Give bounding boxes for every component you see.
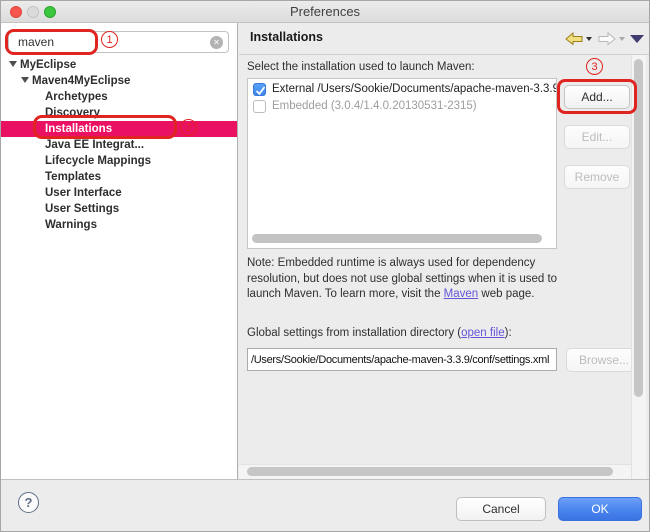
note-line3-before: launch Maven. To learn more, visit the — [247, 288, 444, 300]
tree-item-label: Warnings — [45, 219, 97, 231]
tree-item-warnings[interactable]: Warnings — [1, 217, 237, 233]
tree-item-label: Installations — [45, 123, 112, 135]
settings-path-fieldbox — [247, 348, 557, 371]
disclosure-triangle-icon[interactable] — [9, 61, 17, 67]
tree-item-installations[interactable]: Installations — [1, 121, 237, 137]
forward-history-dropdown-icon[interactable] — [619, 37, 625, 41]
checkbox-unchecked-icon[interactable] — [253, 100, 266, 113]
edit-button[interactable]: Edit... — [564, 125, 630, 149]
add-button[interactable]: Add... — [564, 85, 630, 109]
embedded-runtime-note: Note: Embedded runtime is always used fo… — [247, 256, 577, 303]
note-line3-after: web page. — [478, 288, 534, 300]
open-file-link[interactable]: open file — [461, 327, 504, 339]
panel-horizontal-scrollbar-thumb[interactable] — [247, 467, 613, 476]
ok-button[interactable]: OK — [558, 497, 642, 521]
installation-label: Embedded (3.0.4/1.4.0.20130531-2315) — [272, 100, 477, 112]
tree-item-user-settings[interactable]: User Settings — [1, 201, 237, 217]
back-arrow-icon[interactable] — [565, 32, 583, 46]
clear-search-icon[interactable]: ✕ — [210, 36, 223, 49]
sidebar: ✕ MyEclipse Maven4MyEclipse Archetypes D… — [1, 23, 238, 479]
panel-vertical-scrollbar-thumb[interactable] — [634, 59, 643, 397]
tree-item-maven4myeclipse[interactable]: Maven4MyEclipse — [1, 73, 237, 89]
tree-item-archetypes[interactable]: Archetypes — [1, 89, 237, 105]
tree-item-label: Templates — [45, 171, 101, 183]
tree-item-label: User Interface — [45, 187, 122, 199]
tree-item-lifecycle-mappings[interactable]: Lifecycle Mappings — [1, 153, 237, 169]
list-horizontal-scrollbar[interactable] — [252, 234, 542, 243]
installations-list: External /Users/Sookie/Documents/apache-… — [247, 78, 557, 249]
back-history-dropdown-icon[interactable] — [586, 37, 592, 41]
page-title: Installations — [250, 30, 323, 44]
preferences-window: Preferences ✕ MyEclipse Maven4MyEclipse … — [0, 0, 650, 532]
disclosure-triangle-icon[interactable] — [21, 77, 29, 83]
note-line3: launch Maven. To learn more, visit the M… — [247, 287, 577, 303]
installation-label: External /Users/Sookie/Documents/apache-… — [272, 83, 556, 95]
tree-item-label: Discovery — [45, 107, 100, 119]
remove-button[interactable]: Remove — [564, 165, 630, 189]
tree-item-user-interface[interactable]: User Interface — [1, 185, 237, 201]
checkbox-checked-icon[interactable] — [253, 83, 266, 96]
filter-searchbox: ✕ — [8, 31, 229, 53]
maven-web-link[interactable]: Maven — [444, 288, 479, 300]
cancel-button[interactable]: Cancel — [456, 497, 546, 521]
tree-item-templates[interactable]: Templates — [1, 169, 237, 185]
tree-item-java-ee-integration[interactable]: Java EE Integrat... — [1, 137, 237, 153]
tree-item-label: Lifecycle Mappings — [45, 155, 151, 167]
tree-item-label: Archetypes — [45, 91, 108, 103]
search-input[interactable] — [18, 34, 198, 50]
header-separator — [239, 54, 649, 55]
global-settings-label-before: Global settings from installation direct… — [247, 327, 461, 339]
list-item-embedded-maven[interactable]: Embedded (3.0.4/1.4.0.20130531-2315) — [248, 98, 556, 115]
title-bar: Preferences — [1, 1, 649, 23]
global-settings-label-after: ): — [505, 327, 512, 339]
note-line2: resolution, but does not use global sett… — [247, 272, 577, 288]
tree-item-myeclipse[interactable]: MyEclipse — [1, 57, 237, 73]
tree-item-discovery[interactable]: Discovery — [1, 105, 237, 121]
select-installation-label: Select the installation used to launch M… — [247, 61, 475, 73]
list-item-external-maven[interactable]: External /Users/Sookie/Documents/apache-… — [248, 81, 556, 98]
note-line1: Note: Embedded runtime is always used fo… — [247, 256, 577, 272]
tree-item-label: Java EE Integrat... — [45, 139, 144, 151]
view-menu-icon[interactable] — [630, 35, 644, 43]
global-settings-label: Global settings from installation direct… — [247, 327, 512, 339]
help-button[interactable]: ? — [18, 492, 39, 513]
tree-item-label: User Settings — [45, 203, 119, 215]
tree-item-label: Maven4MyEclipse — [32, 75, 130, 87]
preferences-tree: MyEclipse Maven4MyEclipse Archetypes Dis… — [1, 57, 237, 233]
window-title: Preferences — [1, 4, 649, 19]
footer-bar: ? Cancel OK — [1, 479, 649, 531]
annotation-number-3: 3 — [586, 58, 603, 75]
forward-arrow-icon[interactable] — [598, 32, 616, 46]
settings-path-input[interactable] — [248, 349, 556, 370]
tree-item-label: MyEclipse — [20, 59, 76, 71]
